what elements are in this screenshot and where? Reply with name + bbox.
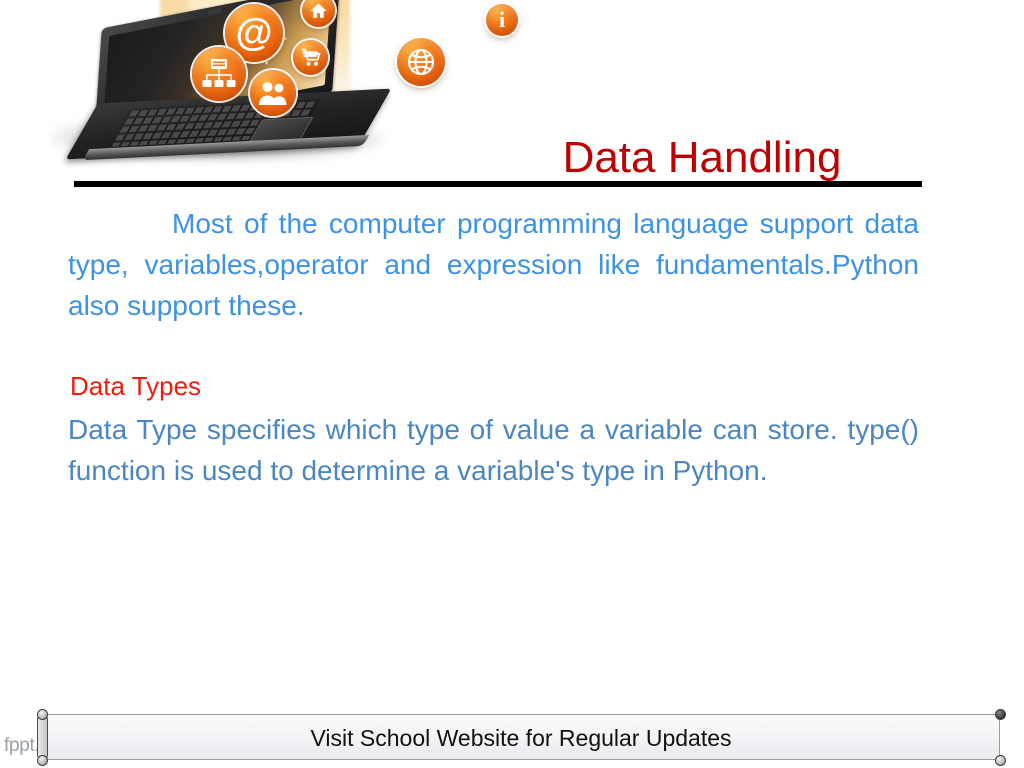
users-icon (250, 70, 296, 116)
selection-handle-left-edge[interactable] (37, 714, 48, 760)
selection-handle-bottom-right[interactable] (995, 755, 1006, 766)
data-types-paragraph: Data Type specifies which type of value … (68, 414, 919, 486)
page-title: Data Handling (562, 133, 842, 182)
title-divider-rule (74, 181, 922, 187)
footer-textbox[interactable]: Visit School Website for Regular Updates (42, 714, 1000, 760)
section-heading-data-types: Data Types (70, 371, 202, 401)
shopping-cart-icon (293, 40, 328, 75)
intro-paragraph: Most of the computer programming languag… (68, 208, 919, 321)
sitemap-icon (192, 47, 246, 101)
slide-canvas: @ i Data Handling Most of the computer p… (0, 0, 1024, 768)
info-icon: i (486, 4, 518, 36)
selection-handle-bottom-left[interactable] (37, 755, 48, 766)
selection-handle-top-right[interactable] (995, 709, 1006, 720)
footer-text: Visit School Website for Regular Updates (310, 724, 732, 751)
globe-icon (397, 38, 445, 86)
selection-handle-top-left[interactable] (37, 709, 48, 720)
